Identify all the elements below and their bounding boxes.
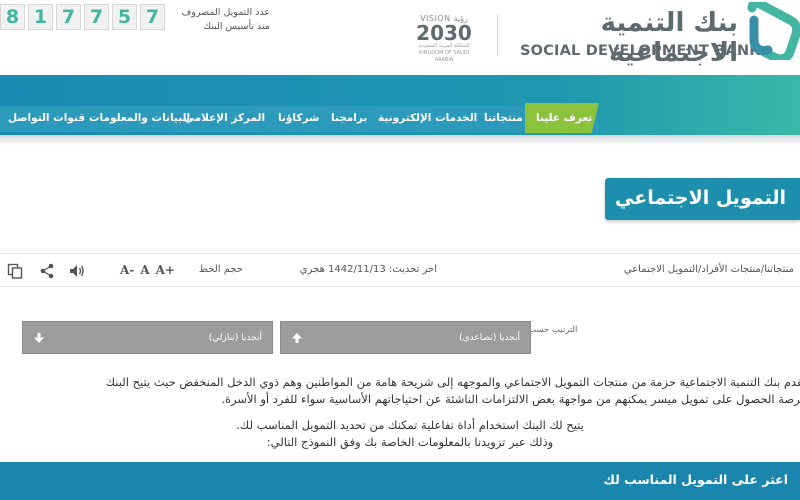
find-funding-bar[interactable]: اعثر على التمويل المناسب لك [0,462,800,500]
page-tools-bar: منتجاتنا/منتجات الأفراد/التمويل الاجتماع… [0,253,800,287]
share-icon[interactable] [38,262,56,280]
breadcrumb[interactable]: منتجاتنا/منتجات الأفراد/التمويل الاجتماع… [624,264,794,275]
nav-item-contact[interactable]: قنوات التواصل [8,112,85,124]
sound-icon[interactable] [68,262,86,280]
font-normal-button[interactable]: A [140,263,149,277]
site-header: 8 1 7 7 5 7 عدد التمويل المصروف منذ تأسي… [0,0,800,75]
nav-item-programs[interactable]: برامجنا [331,112,367,124]
nav-item-partners[interactable]: شركاؤنا [278,112,319,124]
page-title-box: التمويل الاجتماعي [605,178,800,220]
font-size-controls: A- A A+ [120,263,175,277]
font-increase-button[interactable]: A+ [156,263,175,277]
counter-label: عدد التمويل المصروف منذ تأسيس البنك [181,7,270,32]
nav-item-data-info[interactable]: البيانات والمعلومات [89,112,190,124]
counter-digit: 7 [56,4,81,30]
counter-digit: 7 [140,4,165,30]
arrow-up-icon [292,332,302,343]
nav-item-about[interactable]: تعرف علينا [536,112,592,124]
counter-digit: 1 [28,4,53,30]
nav-item-media-center[interactable]: المركز الإعلامي [184,112,265,124]
page-title: التمويل الاجتماعي [615,187,786,209]
sort-ascending-button[interactable]: أبجديا (تصاعدي) [280,321,531,354]
bank-name-english: SOCIAL DEVELOPMENT BANK [520,43,761,59]
counter-digit: 7 [84,4,109,30]
nav-item-products[interactable]: منتجاتنا [484,112,523,124]
find-funding-title: اعثر على التمويل المناسب لك [603,472,788,487]
funding-counter: 8 1 7 7 5 7 [0,4,168,30]
sort-ascending-label: أبجديا (تصاعدي) [459,332,520,343]
nav-shadow [0,135,800,145]
bank-name-arabic: بنك التنمية الاجتماعية [600,8,738,68]
copy-icon[interactable] [6,262,24,280]
header-divider [497,14,498,56]
font-size-label: حجم الخط [198,264,243,275]
counter-digit: 5 [112,4,137,30]
sort-descending-button[interactable]: أبجديا (تنازلي) [22,321,273,354]
last-update: اخر تحديث: 1442/11/13 هجري [299,264,437,275]
counter-digit: 8 [0,4,25,30]
vision-2030-logo: VISION رؤية 2030 المملكة العربية السعودي… [412,14,476,63]
bank-logo-icon[interactable] [744,2,800,60]
intro-paragraph-line2: فرصة الحصول على تمويل ميسر يمكنهم من موا… [221,392,800,406]
vision-year: 2030 [416,21,472,45]
tool-paragraph-line2: وذلك عبر تزويدنا بالمعلومات الخاصة بك وف… [266,435,554,449]
tool-paragraph-line1: يتيح لك البنك استخدام أداة تفاعلية تمكنك… [236,418,584,432]
arrow-down-icon [34,332,44,343]
font-decrease-button[interactable]: A- [120,263,134,277]
sort-descending-label: أبجديا (تنازلي) [208,332,262,343]
intro-paragraph-line1: يقدم بنك التنمية الاجتماعية حزمة من منتج… [105,375,800,389]
sort-label: الترتيب حسب [528,325,578,335]
nav-item-e-services[interactable]: الخدمات الإلكترونية [378,112,477,124]
